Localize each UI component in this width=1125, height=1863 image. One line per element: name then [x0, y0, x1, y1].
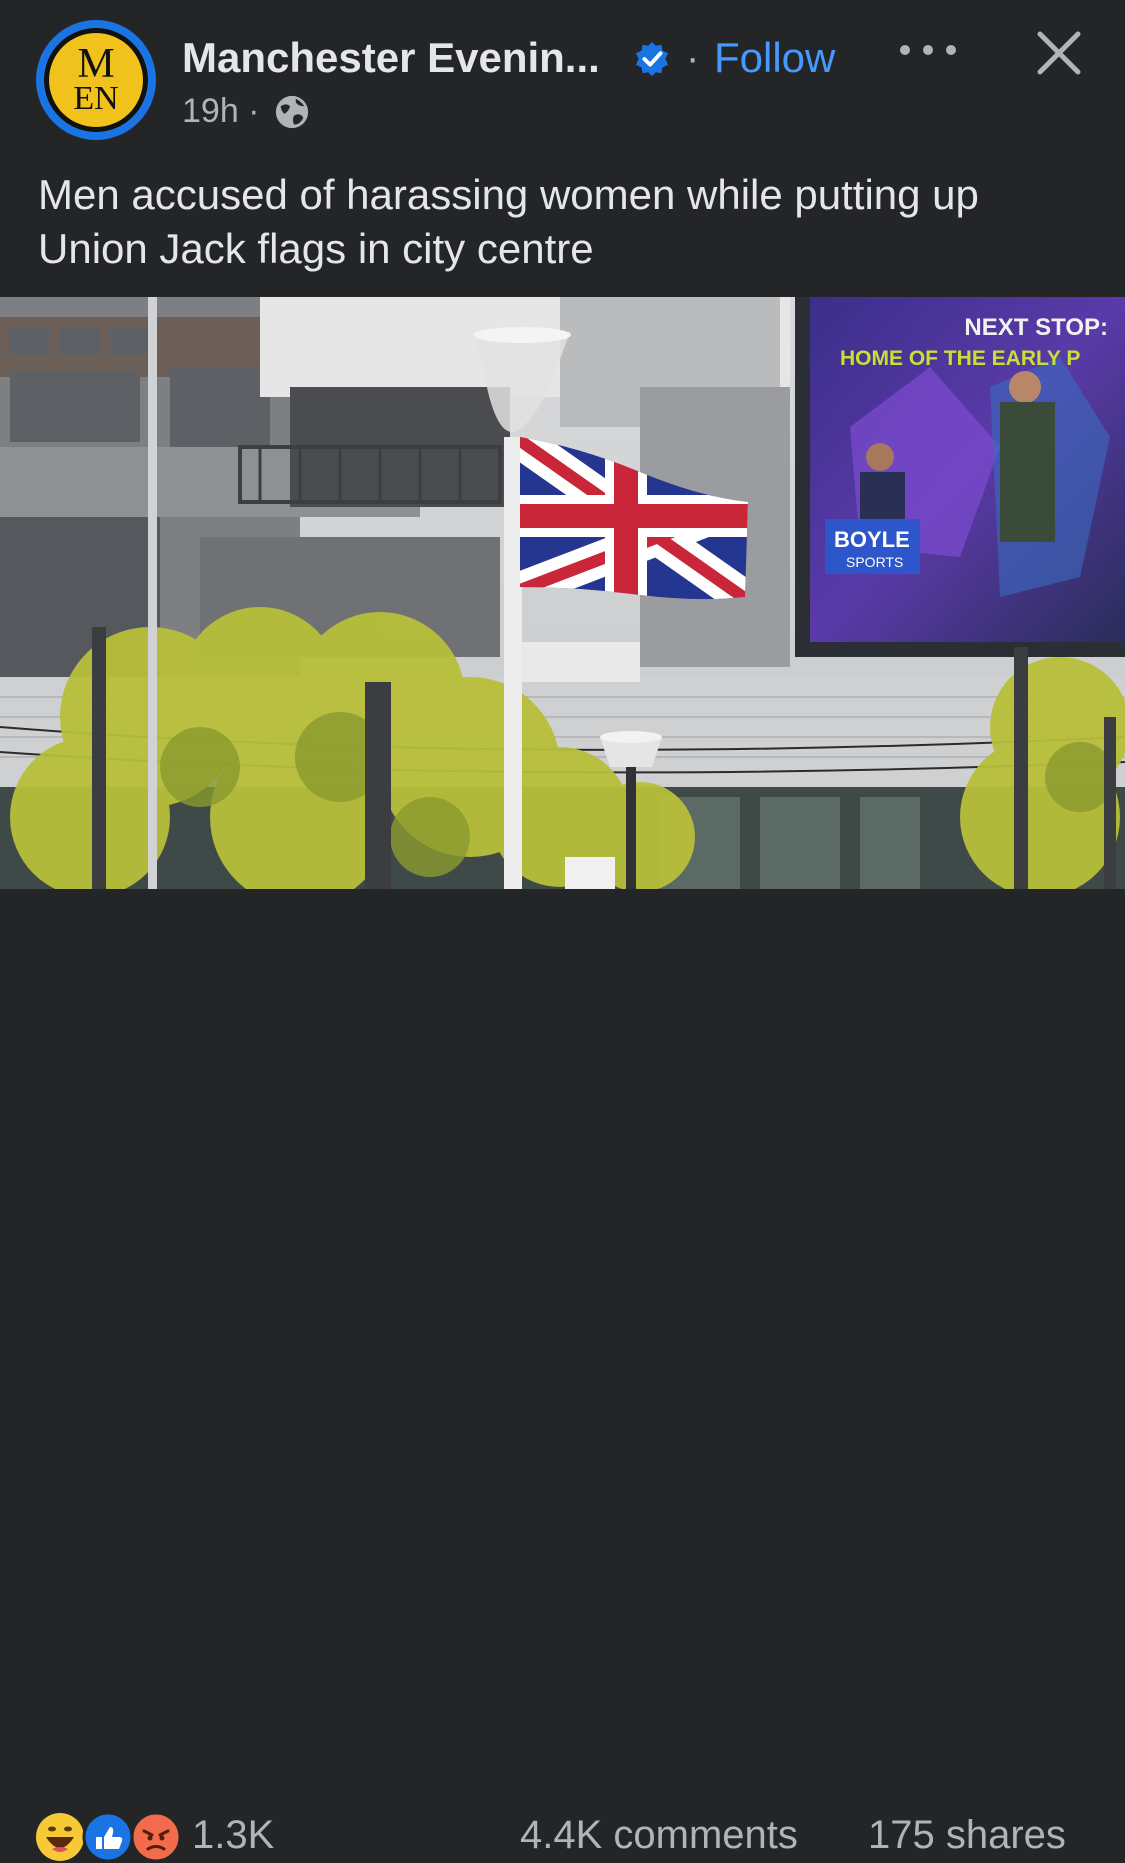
page-avatar[interactable]: M EN: [36, 20, 156, 140]
shares-count-link[interactable]: 175 shares: [868, 1813, 1066, 1858]
angry-icon: [130, 1811, 182, 1863]
like-icon: [82, 1811, 134, 1863]
reactions-summary[interactable]: [34, 1811, 184, 1863]
logo-letter-m: M: [77, 40, 115, 87]
billboard-brand-sub: SPORTS: [846, 554, 903, 570]
page-name-link[interactable]: Manchester Evenin...: [182, 34, 600, 82]
billboard-line2: HOME OF THE EARLY P: [840, 347, 1080, 370]
more-options-icon[interactable]: [900, 30, 956, 70]
logo-letters-en: EN: [73, 79, 119, 117]
comments-count-link[interactable]: 4.4K comments: [520, 1813, 798, 1858]
follow-button[interactable]: Follow: [714, 34, 835, 82]
billboard-brand: BOYLE: [834, 527, 910, 552]
haha-icon: [36, 1813, 84, 1861]
billboard-line1: NEXT STOP:: [964, 314, 1108, 341]
more-dot: [900, 45, 910, 55]
post-header: M EN Manchester Evenin... · Follow 19h ·: [0, 0, 1125, 160]
globe-icon: [275, 95, 309, 129]
verified-badge-icon: [635, 41, 669, 77]
more-dot: [946, 45, 956, 55]
reaction-count[interactable]: 1.3K: [192, 1813, 274, 1858]
more-dot: [923, 45, 933, 55]
city-centre-flag-photo: NEXT STOP: HOME OF THE EARLY P BOYLE SPO…: [0, 297, 1125, 889]
close-icon[interactable]: [1034, 28, 1084, 78]
post-caption: Men accused of harassing women while put…: [38, 171, 979, 272]
post-footer: 1.3K 4.4K comments 175 shares: [0, 889, 1125, 1863]
header-separator: ·: [686, 36, 700, 80]
men-logo: M EN: [49, 33, 143, 127]
post-timestamp[interactable]: 19h ·: [182, 92, 260, 131]
post-photo[interactable]: NEXT STOP: HOME OF THE EARLY P BOYLE SPO…: [0, 297, 1125, 889]
avatar-ring: M EN: [44, 28, 148, 132]
